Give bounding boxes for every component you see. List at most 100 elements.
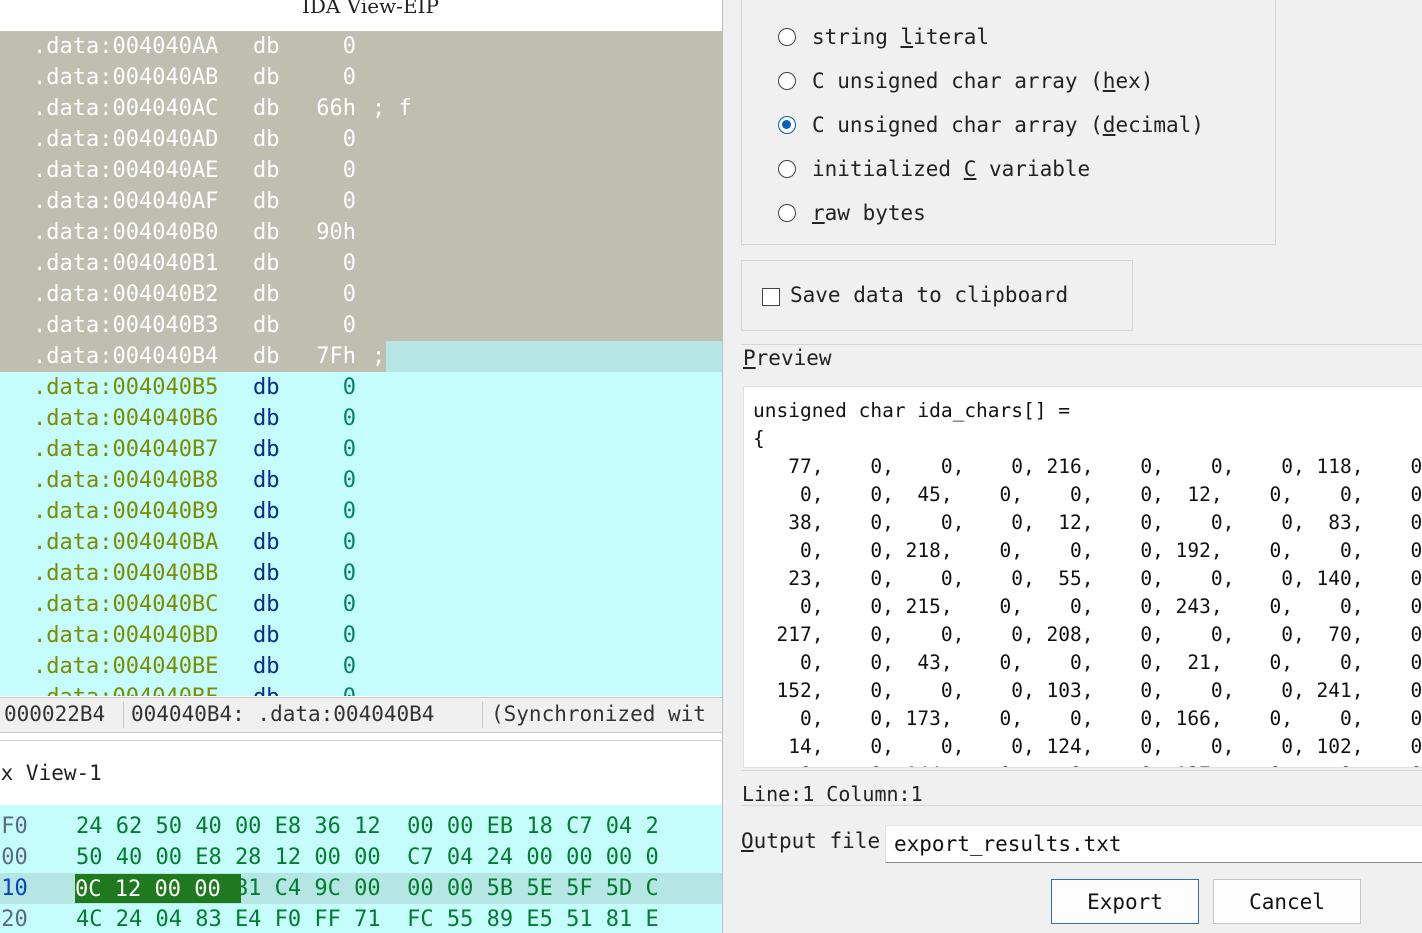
output-file-input[interactable]: [885, 825, 1422, 863]
listing-value: 0: [342, 375, 356, 400]
current-line-highlight: [386, 341, 722, 372]
hex-bytes: 50 40 00 E8 28 12 00 00 C7 04 24 00 00 0…: [76, 845, 659, 870]
listing-mnemonic: db: [253, 592, 280, 617]
export-format-group: string literal C unsigned char array (hex…: [741, 0, 1276, 245]
hex-row[interactable]: 810 81 C4 9C 00 00 00 5B 5E 5F 5D C0C 12…: [0, 873, 722, 904]
listing-row[interactable]: .data:004040AC db 66h ; f: [0, 93, 722, 124]
listing-row[interactable]: .data:004040AE db 0: [0, 155, 722, 186]
listing-mnemonic: db: [253, 654, 280, 679]
hex-bytes: 4C 24 04 83 E4 F0 FF 71 FC 55 89 E5 51 8…: [76, 907, 659, 932]
listing-row[interactable]: .data:004040B3 db 0: [0, 310, 722, 341]
format-option-label[interactable]: string literal: [812, 24, 989, 50]
listing-address: .data:004040AD: [33, 127, 219, 152]
hex-row[interactable]: 820 4C 24 04 83 E4 F0 FF 71 FC 55 89 E5 5…: [0, 904, 722, 933]
hex-address: 810: [0, 876, 28, 901]
listing-value: 0: [342, 189, 356, 214]
ida-view-title: IDA View-EIP: [302, 0, 439, 18]
listing-address: .data:004040AF: [33, 189, 219, 214]
listing-address: .data:004040B0: [33, 220, 219, 245]
listing-address: .data:004040B5: [33, 375, 219, 400]
listing-mnemonic: db: [253, 561, 280, 586]
cursor-position-bar: Line:1 Column:1: [741, 770, 1422, 806]
listing-mnemonic: db: [253, 96, 280, 121]
listing-address: .data:004040AA: [33, 34, 219, 59]
listing-row[interactable]: .data:004040B0 db 90h: [0, 217, 722, 248]
listing-value: 0: [342, 406, 356, 431]
listing-row[interactable]: .data:004040BA db 0: [0, 527, 722, 558]
listing-address: .data:004040BB: [33, 561, 219, 586]
listing-value: 0: [342, 34, 356, 59]
format-option-label[interactable]: raw bytes: [812, 200, 926, 226]
listing-address: .data:004040BA: [33, 530, 219, 555]
listing-row[interactable]: .data:004040B2 db 0: [0, 279, 722, 310]
radio-selected-icon[interactable]: [778, 116, 796, 134]
ida-view-title-bar: IDA View-EIP: [0, 0, 722, 30]
format-option-label[interactable]: C unsigned char array (hex): [812, 68, 1153, 94]
listing-mnemonic: db: [253, 530, 280, 555]
save-to-clipboard-label[interactable]: Save data to clipboard: [790, 283, 1068, 307]
listing-row[interactable]: .data:004040B8 db 0: [0, 465, 722, 496]
preview-label: Preview: [743, 346, 832, 370]
listing-mnemonic: db: [253, 251, 280, 276]
listing-address: .data:004040B9: [33, 499, 219, 524]
save-to-clipboard-checkbox[interactable]: [762, 288, 780, 306]
listing-row[interactable]: .data:004040AD db 0: [0, 124, 722, 155]
listing-value: 0: [342, 592, 356, 617]
listing-row[interactable]: .data:004040AA db 0: [0, 31, 722, 62]
listing-row[interactable]: .data:004040BE db 0: [0, 651, 722, 682]
listing-mnemonic: db: [253, 189, 280, 214]
listing-value: 0: [342, 127, 356, 152]
listing-row[interactable]: .data:004040B7 db 0: [0, 434, 722, 465]
radio-icon[interactable]: [778, 160, 796, 178]
radio-icon[interactable]: [778, 72, 796, 90]
listing-value: 0: [312, 682, 356, 696]
disassembly-listing[interactable]: .data:004040AA db 0 .data:004040AB db 0 .data:…: [0, 31, 722, 696]
format-option-label[interactable]: C unsigned char array (decimal): [812, 112, 1204, 138]
export-button[interactable]: Export: [1051, 879, 1199, 924]
listing-mnemonic: db: [253, 65, 280, 90]
listing-address: .data:004040BD: [33, 623, 219, 648]
radio-icon[interactable]: [778, 204, 796, 222]
listing-mnemonic: db: [253, 34, 280, 59]
listing-value: 7Fh: [316, 344, 356, 369]
listing-address: .data:004040B4: [33, 344, 219, 369]
listing-row[interactable]: .data:004040B1 db 0: [0, 248, 722, 279]
listing-row[interactable]: .data:004040B6 db 0: [0, 403, 722, 434]
listing-mnemonic: db: [253, 406, 280, 431]
listing-mnemonic: db: [253, 375, 280, 400]
status-divider: [123, 702, 124, 728]
format-option-label[interactable]: initialized C variable: [812, 156, 1090, 182]
hex-view-title: ex View-1: [0, 761, 102, 785]
listing-value: 0: [342, 530, 356, 555]
listing-value: 0: [342, 158, 356, 183]
cursor-position-text: Line:1 Column:1: [742, 782, 923, 806]
listing-row[interactable]: .data:004040B4 db 7Fh;: [0, 341, 722, 372]
output-file-label: Output file: [741, 829, 881, 853]
listing-row[interactable]: .data:004040AB db 0: [0, 62, 722, 93]
listing-address: .data:004040B3: [33, 313, 219, 338]
listing-mnemonic: db: [253, 468, 280, 493]
radio-icon[interactable]: [778, 28, 796, 46]
listing-mnemonic: db: [253, 623, 280, 648]
listing-value: 0: [342, 282, 356, 307]
cancel-button[interactable]: Cancel: [1213, 879, 1361, 924]
listing-mnemonic: db: [253, 437, 280, 462]
preview-text-area[interactable]: unsigned char ida_chars[] = { 77, 0, 0, …: [743, 386, 1422, 768]
hex-row[interactable]: 7F0 24 62 50 40 00 E8 36 12 00 00 EB 18 C…: [0, 811, 722, 842]
listing-row[interactable]: .data:004040B9 db 0: [0, 496, 722, 527]
listing-value: 0: [342, 561, 356, 586]
listing-address: .data:004040B1: [33, 251, 219, 276]
hex-row[interactable]: 800 50 40 00 E8 28 12 00 00 C7 04 24 00 0…: [0, 842, 722, 873]
listing-row[interactable]: .data:004040BF db 0: [0, 682, 722, 696]
listing-row[interactable]: .data:004040BB db 0: [0, 558, 722, 589]
listing-mnemonic: db: [253, 127, 280, 152]
listing-row[interactable]: .data:004040BD db 0: [0, 620, 722, 651]
listing-address: .data:004040BE: [33, 654, 219, 679]
listing-row[interactable]: .data:004040AF db 0: [0, 186, 722, 217]
listing-row[interactable]: .data:004040BC db 0: [0, 589, 722, 620]
hex-view-listing[interactable]: 7F0 24 62 50 40 00 E8 36 12 00 00 EB 18 C…: [0, 805, 722, 933]
hex-view-title-bar: ex View-1: [0, 740, 722, 805]
ida-view-pane: IDA View-EIP .data:004040AA db 0 .data:0040…: [0, 0, 722, 933]
listing-mnemonic: db: [253, 158, 280, 183]
listing-row[interactable]: .data:004040B5 db 0: [0, 372, 722, 403]
